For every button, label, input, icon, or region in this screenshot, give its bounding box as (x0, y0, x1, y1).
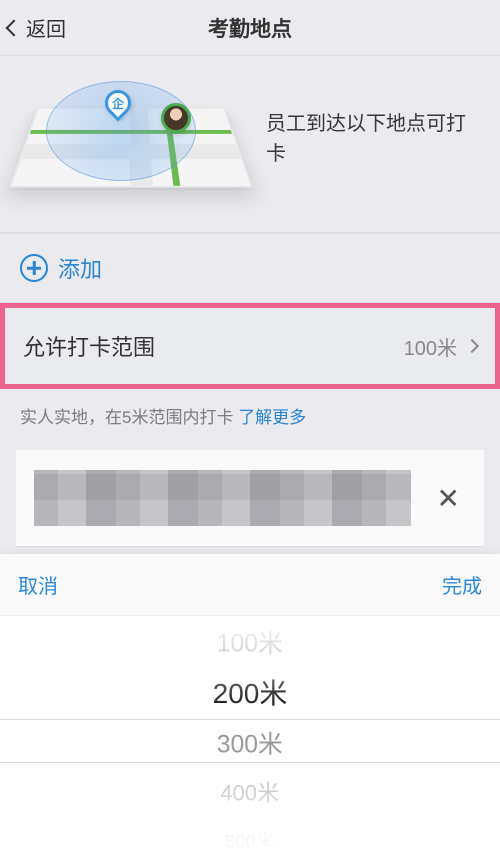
employee-avatar-icon (161, 103, 191, 133)
header: 返回 考勤地点 (0, 0, 500, 56)
info-card: 员工到达以下地点可打卡 (0, 56, 500, 233)
picker-done-button[interactable]: 完成 (442, 570, 482, 599)
picker-option[interactable]: 500米 (225, 823, 275, 858)
picker-wheel[interactable]: 100米 200米 300米 400米 500米 (0, 616, 500, 866)
masked-content (34, 470, 411, 526)
info-text: 员工到达以下地点可打卡 (266, 109, 476, 169)
add-location-button[interactable]: 添加 (0, 233, 500, 303)
close-icon[interactable]: ✕ (431, 476, 466, 521)
hint-prefix: 实人实地，在5米范围内打卡 (20, 408, 238, 427)
learn-more-link[interactable]: 了解更多 (238, 408, 306, 427)
picker-option[interactable]: 200米 (213, 666, 288, 718)
back-button[interactable]: 返回 (8, 13, 66, 42)
punch-range-label: 允许打卡范围 (23, 330, 155, 362)
picker-option[interactable]: 100米 (217, 618, 283, 665)
picker-option[interactable]: 300米 (217, 719, 283, 766)
map-illustration (18, 74, 248, 204)
punch-range-row[interactable]: 允许打卡范围 100米 (0, 303, 500, 389)
picker-option[interactable]: 400米 (221, 771, 280, 813)
hint-text: 实人实地，在5米范围内打卡 了解更多 (0, 399, 500, 428)
add-label: 添加 (58, 252, 102, 284)
range-picker: 取消 完成 100米 200米 300米 400米 500米 (0, 554, 500, 866)
chevron-right-icon (465, 339, 479, 353)
picker-cancel-button[interactable]: 取消 (18, 570, 58, 599)
chevron-left-icon (6, 19, 23, 36)
plus-circle-icon (20, 254, 48, 282)
punch-range-value: 100米 (404, 332, 457, 361)
page-title: 考勤地点 (0, 13, 500, 43)
masked-item-row: ✕ (16, 450, 484, 546)
back-label: 返回 (26, 13, 66, 42)
